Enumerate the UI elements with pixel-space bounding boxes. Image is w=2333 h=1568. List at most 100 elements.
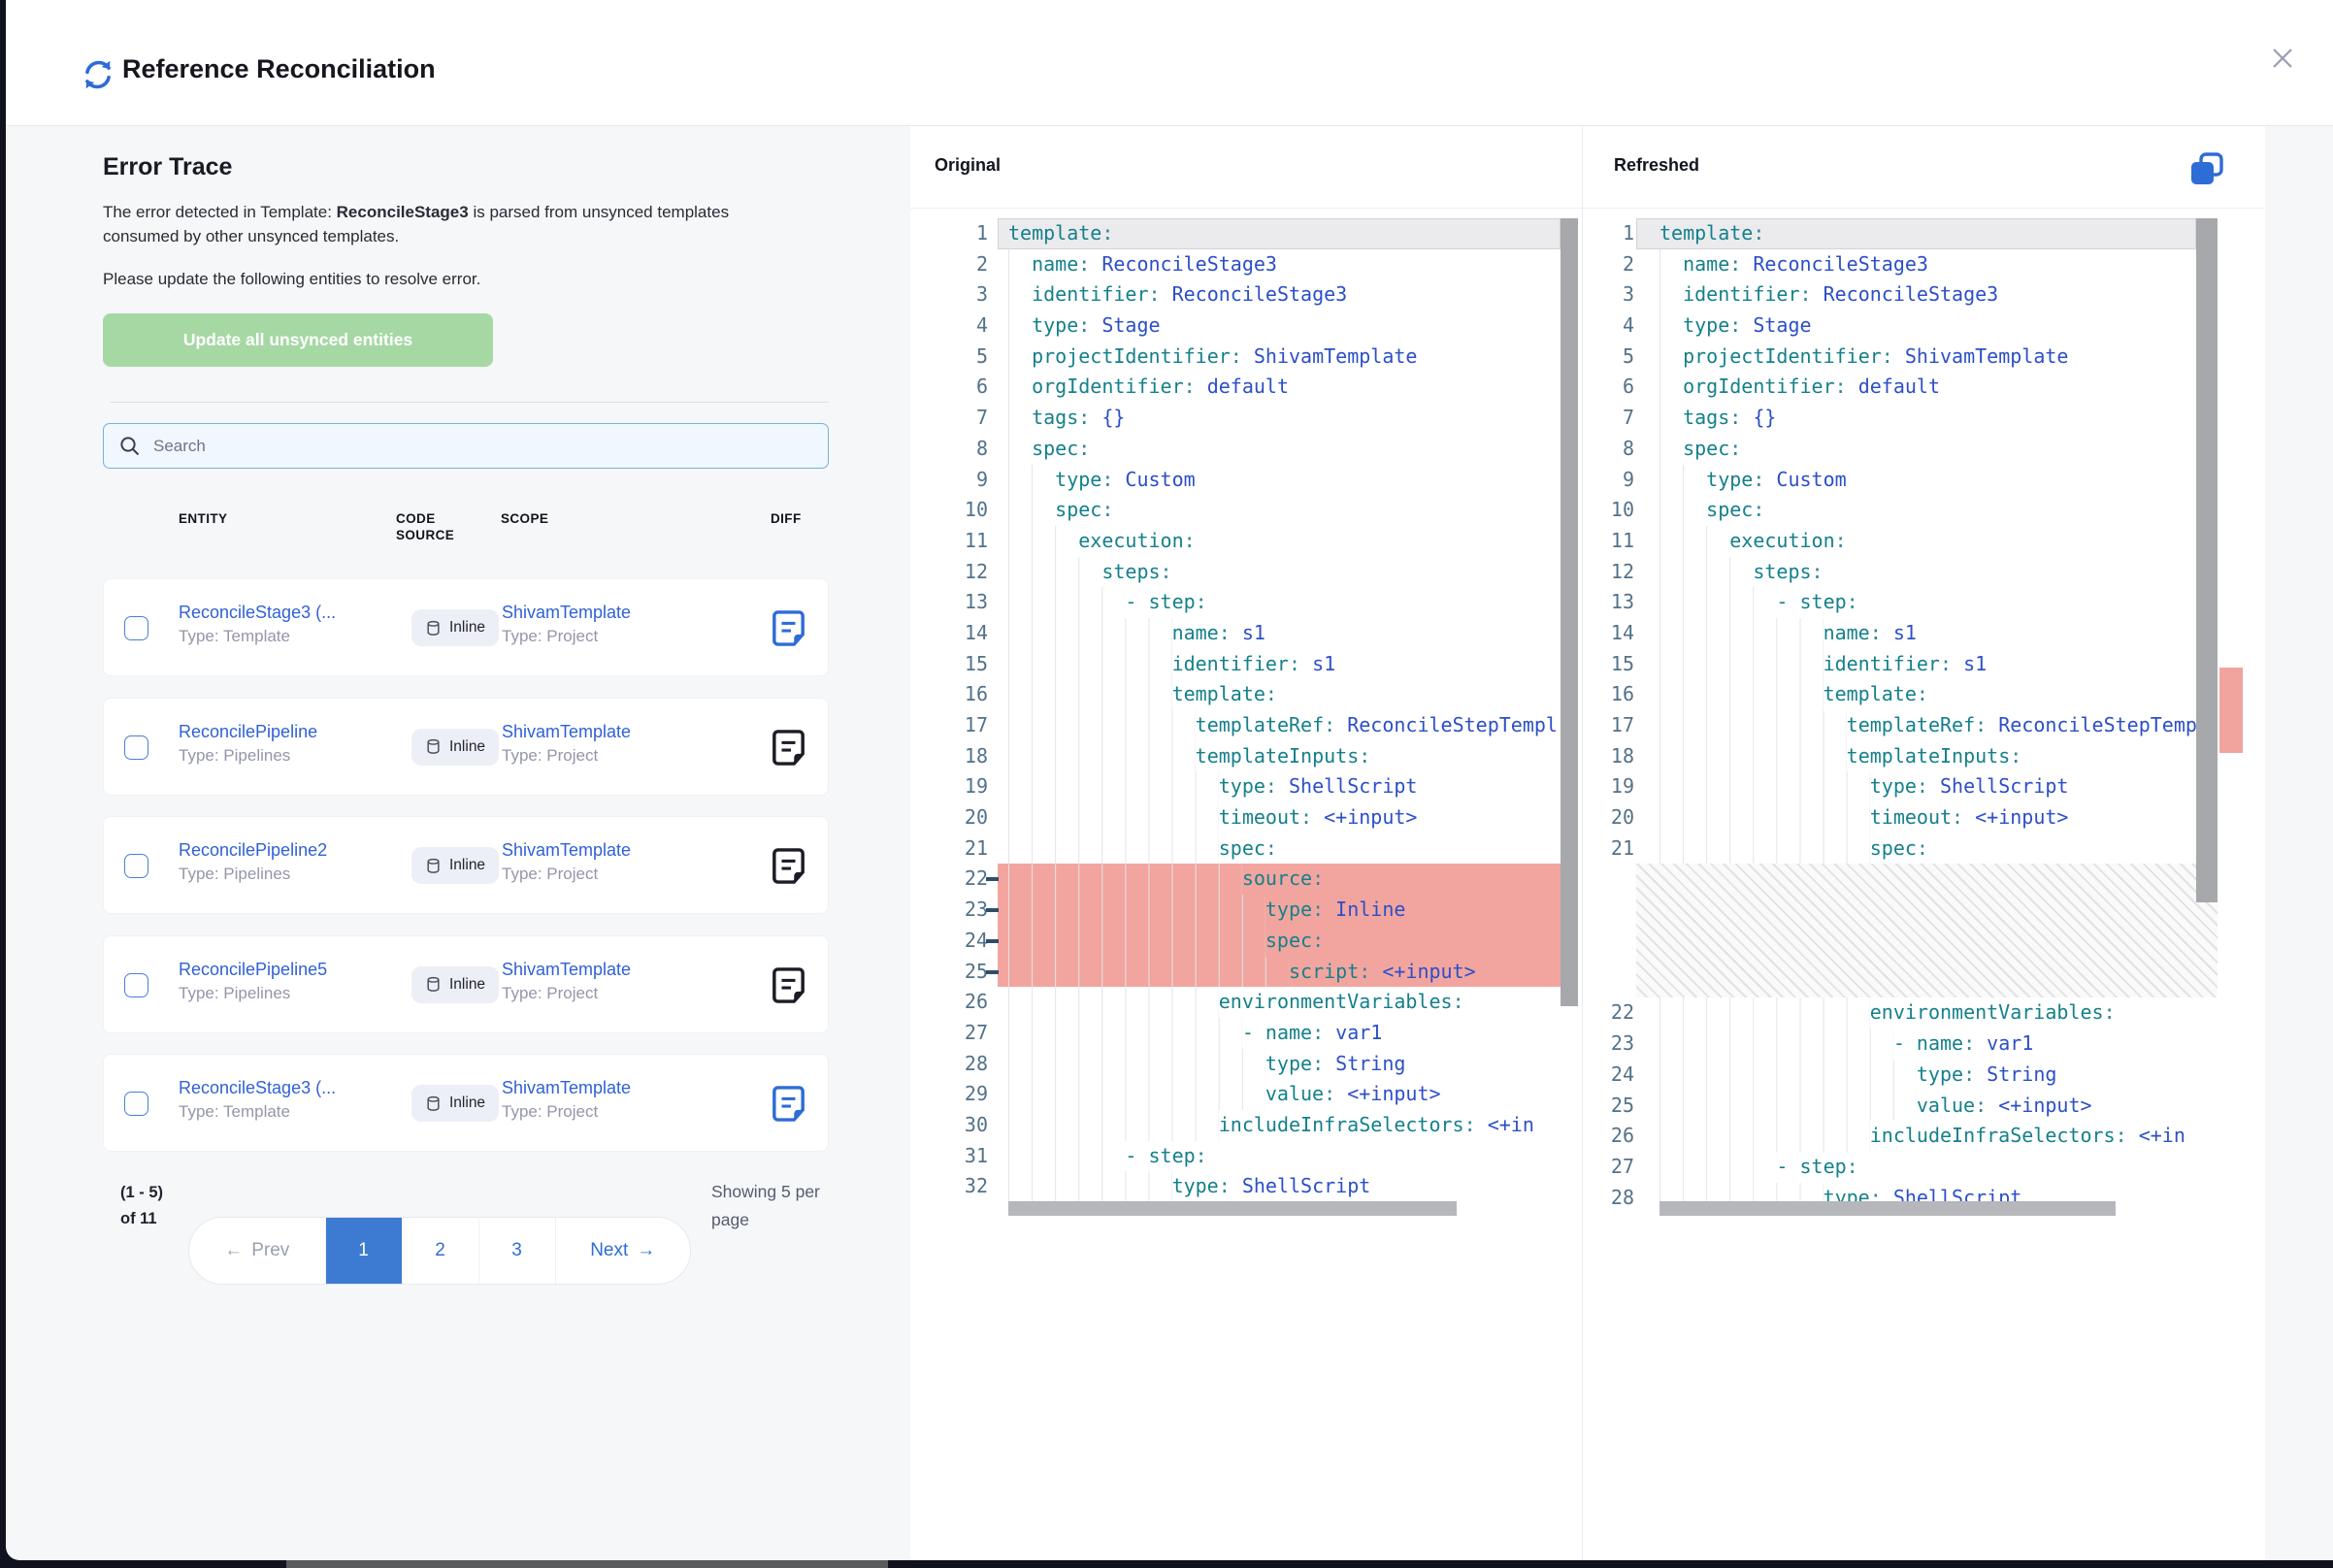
line-number: 25 [910,957,988,988]
line-number: 18 [910,741,988,772]
code-line-text: includeInfraSelectors: <+in [1636,1121,2196,1152]
diff-icon[interactable] [772,1086,805,1122]
page-2-button[interactable]: 2 [403,1218,479,1284]
next-arrow-icon: → [637,1240,655,1261]
line-number: 3 [1583,279,1634,310]
refreshed-horizontal-scrollbar[interactable] [1659,1201,2116,1216]
code-line-text: identifier: ReconcileStage3 [998,279,1561,310]
row-checkbox[interactable] [124,1092,148,1116]
original-horizontal-scrollbar[interactable] [1008,1201,1457,1216]
code-line: 5 projectIdentifier: ShivamTemplate [1583,342,2265,373]
scope-link[interactable]: ShivamTemplate [502,840,725,861]
line-number: 7 [910,403,988,434]
code-line: 25 value: <+input> [1583,1091,2265,1122]
code-source-badge: Inline [411,966,499,1003]
code-line-text: templateInputs: [998,741,1561,772]
code-line-text: type: Custom [998,465,1561,496]
code-line: 2 name: ReconcileStage3 [1583,249,2265,280]
close-icon[interactable] [2267,43,2298,74]
code-line: 22 environmentVariables: [1583,997,2265,1029]
entity-link[interactable]: ReconcilePipeline2 [179,840,397,861]
code-line-text: type: String [998,1049,1561,1080]
code-line: 23 - name: var1 [1583,1029,2265,1060]
scope-link[interactable]: ShivamTemplate [502,722,725,742]
row-checkbox[interactable] [124,616,148,640]
scope-type: Type: Project [502,746,725,766]
code-line: 7 tags: {} [1583,403,2265,434]
diff-icon[interactable] [772,848,805,884]
line-number: 5 [1583,342,1634,373]
code-line: 14 name: s1 [910,618,1582,649]
code-line: 8 spec: [1583,434,2265,465]
code-line-text: - step: [998,587,1561,618]
error-trace-panel: Error Trace The error detected in Templa… [103,126,833,1560]
next-page-button[interactable]: Next → [556,1218,691,1284]
scope-link[interactable]: ShivamTemplate [502,1078,725,1098]
code-line: 20 timeout: <+input> [1583,802,2265,833]
code-line-text: spec: [1636,495,2196,526]
code-line: 20 timeout: <+input> [910,802,1582,833]
line-number: 15 [910,649,988,680]
code-line: 6 orgIdentifier: default [1583,372,2265,403]
code-line-text: steps: [1636,557,2196,588]
entity-link[interactable]: ReconcileStage3 (... [179,603,397,623]
code-line: 19 type: ShellScript [1583,771,2265,802]
line-number: 24 [1583,1060,1634,1091]
code-line: 18 templateInputs: [1583,741,2265,772]
diff-icon[interactable] [772,610,805,646]
code-line: 5 projectIdentifier: ShivamTemplate [910,342,1582,373]
code-line: 13 - step: [1583,587,2265,618]
code-line-text: type: Custom [1636,465,2196,496]
code-line: 4 type: Stage [910,310,1582,342]
code-line: 10 spec: [1583,495,2265,526]
line-number: 8 [1583,434,1634,465]
copy-icon[interactable] [2188,150,2225,187]
page-1-button[interactable]: 1 [326,1218,403,1284]
code-line-text: value: <+input> [1636,1091,2196,1122]
update-all-unsynced-entities-button[interactable]: Update all unsynced entities [103,313,493,367]
row-checkbox[interactable] [124,973,148,997]
dialog-header: Reference Reconciliation [6,0,2333,126]
row-checkbox[interactable] [124,854,148,878]
entity-link[interactable]: ReconcilePipeline [179,722,397,742]
code-line: 1 template: [1583,218,2265,249]
line-number: 12 [910,557,988,588]
diff-collapsed-region [1636,864,2218,997]
original-vertical-scrollbar[interactable] [1561,218,1578,1006]
row-checkbox[interactable] [124,735,148,760]
table-row: ReconcileStage3 (... Type: Template Inli… [103,1054,829,1152]
scope-link[interactable]: ShivamTemplate [502,960,725,980]
code-line-text: template: [1636,679,2196,710]
entity-list: ReconcileStage3 (... Type: Template Inli… [103,578,829,1173]
line-number: 4 [910,310,988,342]
original-code-pane: 1 template: 2 name: ReconcileStage3 3 id… [910,209,1582,1560]
error-description: The error detected in Template: Reconcil… [103,200,800,248]
search-input[interactable] [153,437,813,456]
code-line-text: type: Inline [998,895,1561,926]
diff-icon[interactable] [772,730,805,766]
code-line: 15 identifier: s1 [910,649,1582,680]
entity-link[interactable]: ReconcilePipeline5 [179,960,397,980]
code-line-text: type: ShellScript [998,1171,1561,1202]
prev-page-button[interactable]: ← Prev [189,1218,326,1284]
line-number: 21 [910,833,988,865]
search-box [103,423,829,469]
scope-link[interactable]: ShivamTemplate [502,603,725,623]
code-line: 4 type: Stage [1583,310,2265,342]
refreshed-vertical-scrollbar[interactable] [2196,218,2218,902]
line-number: 29 [910,1079,988,1110]
code-line: 3 identifier: ReconcileStage3 [1583,279,2265,310]
line-number: 8 [910,434,988,465]
entity-type: Type: Template [179,1102,397,1122]
code-line-text: - name: var1 [1636,1029,2196,1060]
code-line-text: orgIdentifier: default [1636,372,2196,403]
entity-link[interactable]: ReconcileStage3 (... [179,1078,397,1098]
line-number: 9 [1583,465,1634,496]
diff-icon[interactable] [772,967,805,1003]
code-line: 22 source: [910,864,1582,895]
scope-type: Type: Project [502,627,725,646]
page-3-button[interactable]: 3 [479,1218,556,1284]
line-number: 30 [910,1110,988,1141]
table-row: ReconcileStage3 (... Type: Template Inli… [103,578,829,676]
error-instruction: Please update the following entities to … [103,267,800,291]
